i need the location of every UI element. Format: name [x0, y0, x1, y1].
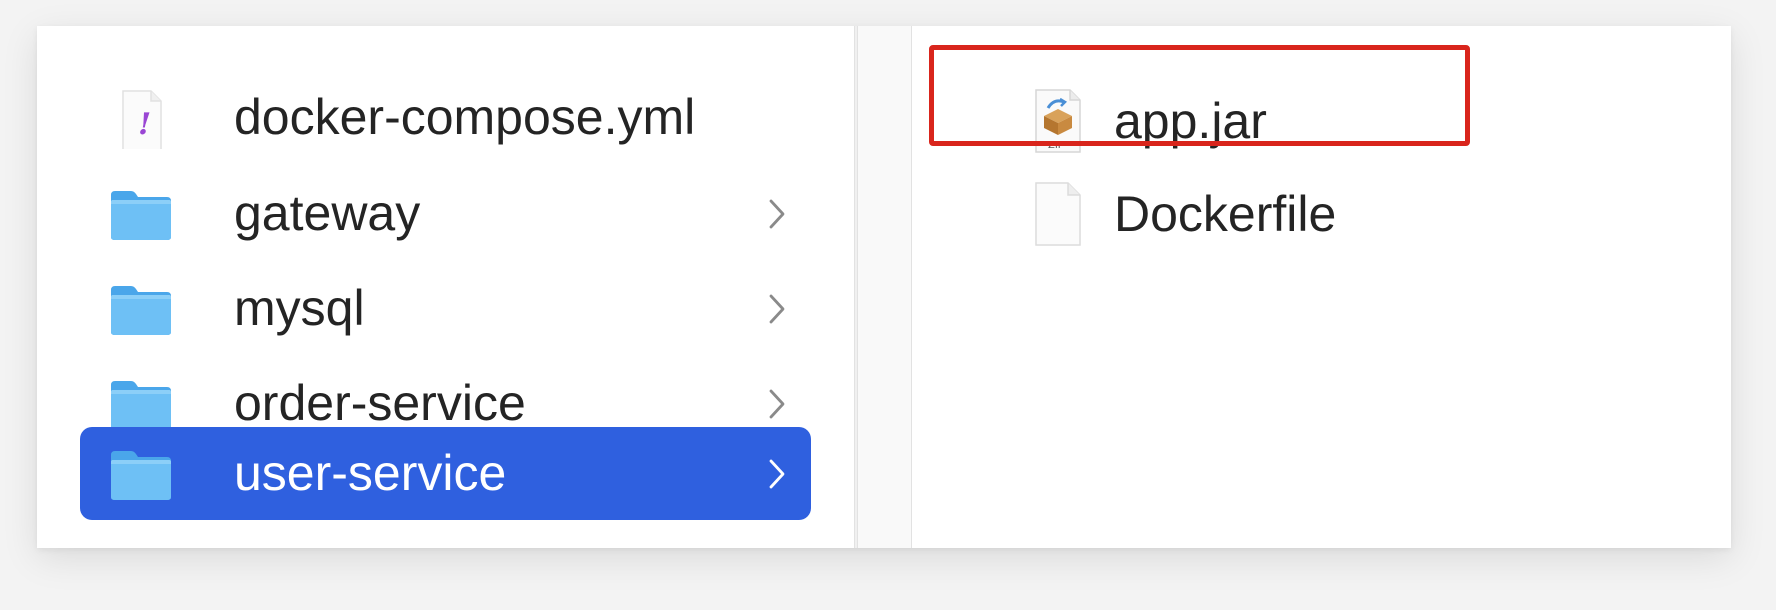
item-label: app.jar	[1114, 93, 1267, 149]
folder-icon	[111, 381, 171, 430]
list-item-gateway[interactable]: gateway	[80, 167, 811, 260]
chevron-right-icon	[769, 199, 785, 229]
chevron-right-icon	[769, 294, 785, 324]
item-label: user-service	[234, 445, 507, 501]
item-label: gateway	[234, 185, 421, 241]
chevron-right-icon	[769, 459, 785, 489]
document-icon	[1035, 182, 1081, 246]
left-column: ! docker-compose.yml gateway mysql order…	[37, 26, 854, 548]
column-gap	[858, 26, 912, 548]
zip-archive-icon: ZIP	[1035, 89, 1081, 153]
item-label: docker-compose.yml	[234, 89, 696, 145]
folder-icon	[111, 451, 171, 500]
svg-text:!: !	[138, 107, 151, 142]
list-item-dockerfile[interactable]: Dockerfile	[912, 168, 1731, 261]
chevron-right-icon	[769, 389, 785, 419]
list-item-app-jar[interactable]: ZIP app.jar	[912, 75, 1731, 168]
finder-window: ! docker-compose.yml gateway mysql order…	[37, 26, 1731, 548]
yaml-file-icon: !	[122, 90, 162, 149]
right-column: ZIP app.jar Dockerfile	[912, 26, 1731, 548]
list-item-user-service[interactable]: user-service	[80, 427, 811, 520]
list-item-docker-compose[interactable]: ! docker-compose.yml	[80, 71, 811, 164]
svg-text:ZIP: ZIP	[1048, 140, 1064, 151]
list-item-mysql[interactable]: mysql	[80, 262, 811, 355]
item-label: mysql	[234, 280, 365, 336]
folder-icon	[111, 286, 171, 335]
folder-icon	[111, 191, 171, 240]
item-label: Dockerfile	[1114, 186, 1337, 242]
